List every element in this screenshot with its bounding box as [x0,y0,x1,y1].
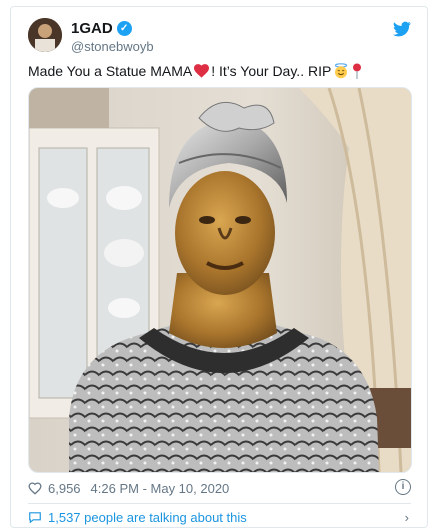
statue-photo-image [29,88,411,472]
tweet-photo[interactable] [28,87,412,473]
tweet-text-part2: ! It’s Your Day.. RIP [211,63,332,79]
tweet-card: 1GAD ✓ @stonebwoyb Made You a Statue MAM… [10,6,428,528]
twitter-bird-icon[interactable] [393,21,411,37]
smiling-halo-icon [335,63,348,79]
user-handle[interactable]: @stonebwoyb [71,39,154,54]
like-count[interactable]: 6,956 [48,481,81,496]
avatar[interactable] [28,18,62,52]
tweet-text: Made You a Statue MAMA ! It’s Your Day..… [28,63,363,79]
tweet-meta: 6,956 4:26 PM - May 10, 2020 [28,481,229,496]
tweet-text-part1: Made You a Statue MAMA [28,63,193,79]
divider [28,503,411,504]
tweet-timestamp[interactable]: 4:26 PM - May 10, 2020 [91,481,230,496]
verified-icon: ✓ [116,21,132,36]
display-name[interactable]: 1GAD [71,20,113,37]
round-pushpin-icon [353,63,362,79]
red-heart-icon [194,64,210,78]
heart-outline-icon[interactable] [28,482,42,495]
display-name-row[interactable]: 1GAD ✓ [71,20,132,37]
info-icon[interactable]: i [395,479,411,495]
